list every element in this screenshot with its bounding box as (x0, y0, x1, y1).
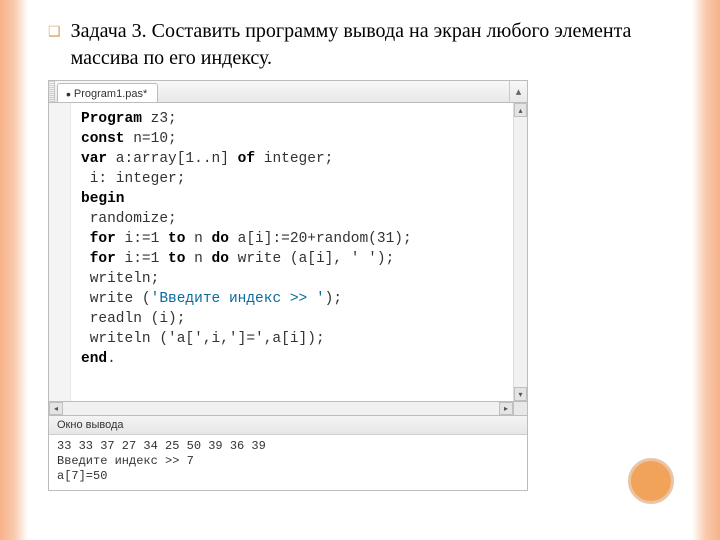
code-editor[interactable]: Program z3; const n=10; var a:array[1..n… (48, 102, 528, 402)
code-token: do (212, 251, 229, 267)
ide-screenshot: • Program1.pas* ▴ Program z3; const n=10… (48, 80, 528, 491)
code-token: i:=1 (116, 251, 168, 267)
code-token: a[i]:=20+random(31); (229, 231, 412, 247)
code-token: n (185, 251, 211, 267)
slide-content: ❑ Задача 3. Составить программу вывода н… (28, 0, 692, 540)
chevron-up-icon: ▴ (516, 85, 522, 98)
task-heading: ❑ Задача 3. Составить программу вывода н… (48, 18, 672, 72)
code-token: readln (i); (81, 311, 185, 327)
slide-left-border (0, 0, 28, 540)
horizontal-scrollbar[interactable]: ◂ ▸ (48, 402, 528, 416)
code-token: do (212, 231, 229, 247)
code-token: begin (81, 191, 125, 207)
code-token: writeln ('a[',i,']=',a[i]); (81, 331, 325, 347)
output-line: Введите индекс >> 7 (57, 454, 194, 468)
code-token: z3; (142, 111, 177, 127)
slide-right-border (692, 0, 720, 540)
scroll-right-button[interactable]: ▸ (499, 402, 513, 415)
scroll-down-button[interactable]: ▾ (514, 387, 527, 401)
code-token: writeln; (81, 271, 159, 287)
code-token: a:array[1..n] (107, 151, 238, 167)
code-token: var (81, 151, 107, 167)
arrow-right-icon: ▸ (504, 404, 508, 413)
code-token: to (168, 231, 185, 247)
code-token: end (81, 351, 107, 367)
editor-tab-bar: • Program1.pas* ▴ (48, 80, 528, 102)
code-token: n=10; (125, 131, 177, 147)
code-text: Program z3; const n=10; var a:array[1..n… (71, 103, 513, 401)
code-token: to (168, 251, 185, 267)
scroll-track[interactable] (63, 402, 499, 415)
code-token: write ( (81, 291, 151, 307)
output-body: 33 33 37 27 34 25 50 39 36 39 Введите ин… (49, 435, 527, 490)
code-token: n (185, 231, 211, 247)
code-token: ); (325, 291, 342, 307)
code-token: of (238, 151, 255, 167)
arrow-up-icon: ▴ (518, 106, 522, 115)
code-token: for (81, 251, 116, 267)
vertical-scrollbar[interactable]: ▴ ▾ (513, 103, 527, 401)
tabbar-handle-icon (49, 81, 55, 102)
bullet-icon: ❑ (48, 18, 61, 44)
scroll-left-button[interactable]: ◂ (49, 402, 63, 415)
output-panel-title: Окно вывода (49, 416, 527, 435)
code-token: integer; (255, 151, 333, 167)
code-token: 'Введите индекс >> ' (151, 291, 325, 307)
code-token: i: integer; (81, 171, 185, 187)
output-line: a[7]=50 (57, 469, 107, 483)
output-line: 33 33 37 27 34 25 50 39 36 39 (57, 439, 266, 453)
scroll-corner (513, 402, 527, 415)
task-text: Задача 3. Составить программу вывода на … (71, 18, 672, 72)
file-tab[interactable]: • Program1.pas* (57, 83, 158, 102)
modified-dot-icon: • (66, 89, 71, 99)
code-token: . (107, 351, 116, 367)
decorative-circle-icon (628, 458, 674, 504)
code-token: Program (81, 111, 142, 127)
code-token: randomize; (81, 211, 177, 227)
file-tab-label: Program1.pas* (74, 88, 147, 100)
arrow-down-icon: ▾ (518, 390, 522, 399)
editor-gutter (49, 103, 71, 401)
arrow-left-icon: ◂ (54, 404, 58, 413)
scroll-up-button[interactable]: ▴ (514, 103, 527, 117)
code-token: const (81, 131, 125, 147)
code-token: i:=1 (116, 231, 168, 247)
collapse-button[interactable]: ▴ (509, 81, 527, 102)
output-panel: Окно вывода 33 33 37 27 34 25 50 39 36 3… (48, 416, 528, 491)
code-token: write (a[i], ' '); (229, 251, 394, 267)
code-token: for (81, 231, 116, 247)
